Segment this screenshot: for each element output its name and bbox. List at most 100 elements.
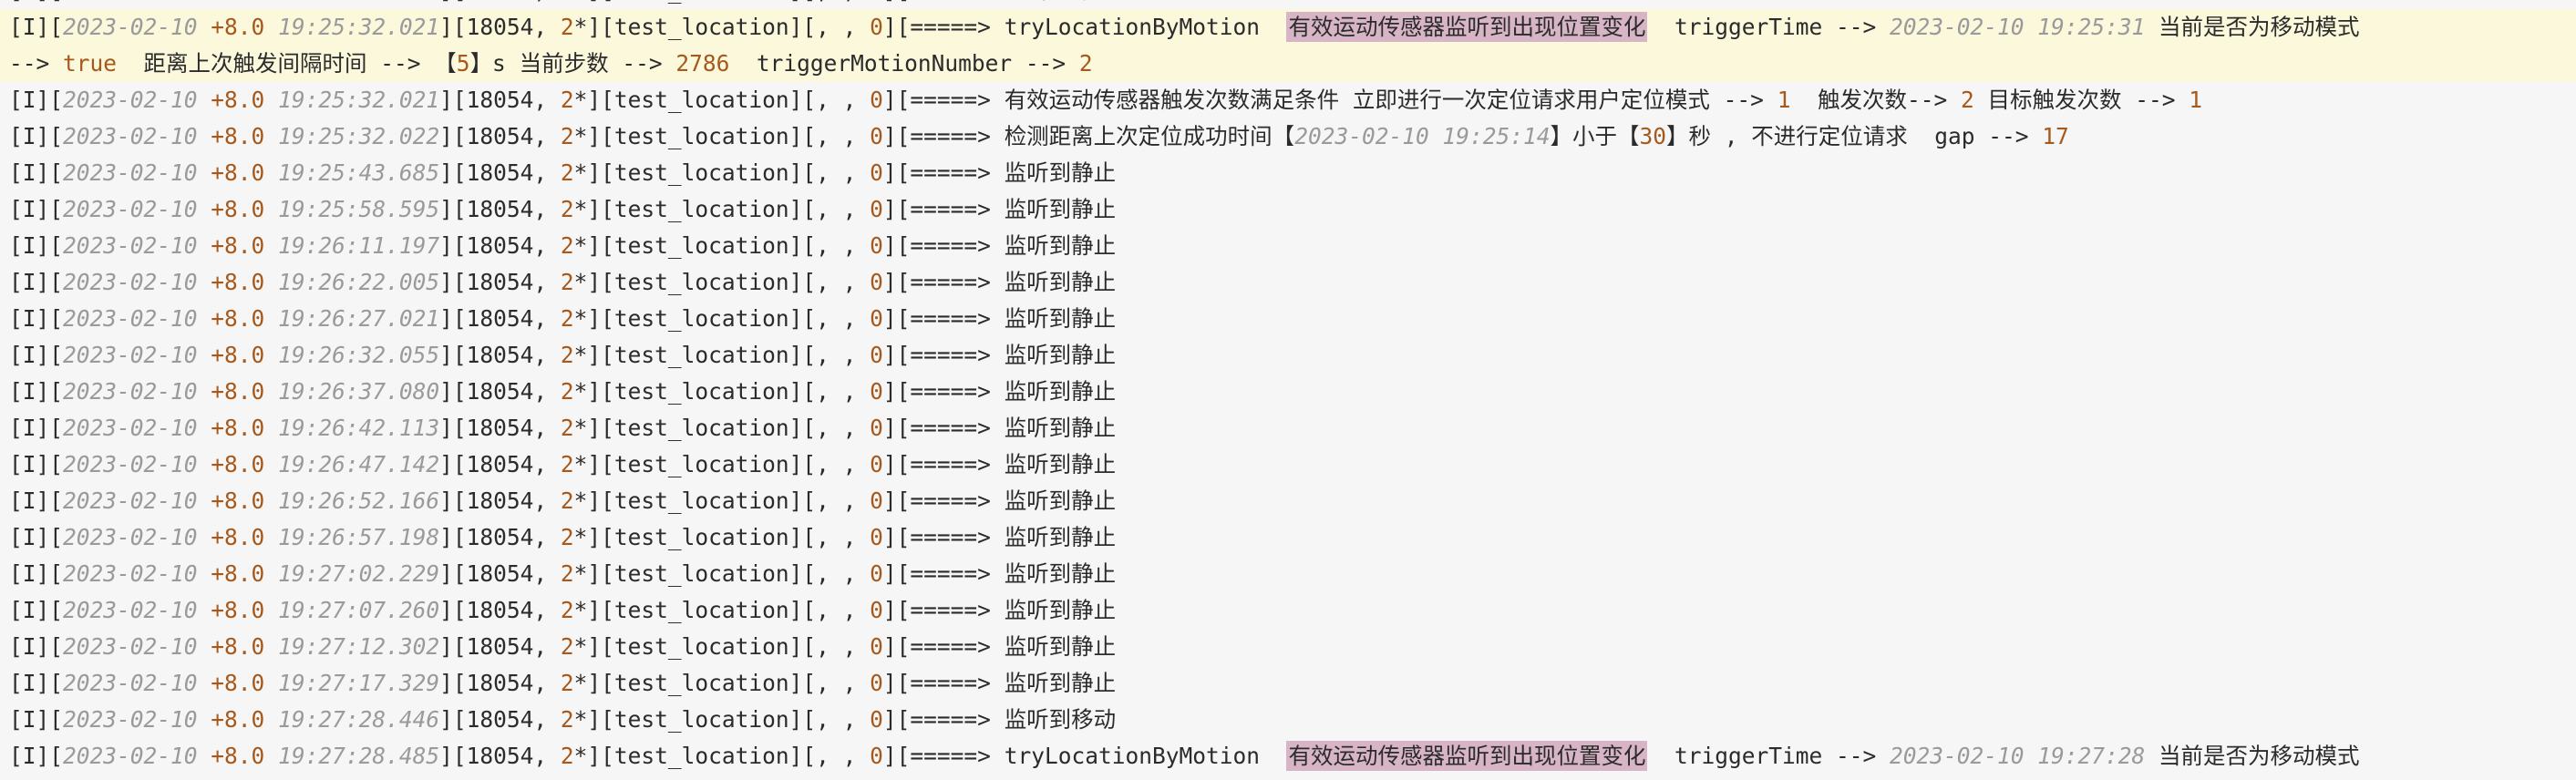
log-arrow: ][=====> <box>882 488 1005 514</box>
log-time: 19:26:52.166 <box>278 488 440 514</box>
log-line-partial: [I][2023-02-10 +8.0 19:25:27.011][18054,… <box>0 0 1116 9</box>
log-tag: *][test_location][, , <box>573 159 871 186</box>
log-message: 监听到静止 <box>1004 488 1117 514</box>
log-message: 检测距离上次定位成功时间【 <box>1004 123 1295 149</box>
log-arrow: ][=====> <box>882 123 1005 149</box>
log-bracket: ][ <box>439 196 467 222</box>
log-text: triggerTime --> <box>1647 14 1890 40</box>
log-tid: 2 <box>560 196 574 222</box>
log-ctxnum: 0 <box>870 560 883 587</box>
log-timezone: +8.0 <box>211 87 265 113</box>
log-tag: *][test_location][, , <box>573 305 871 332</box>
log-space <box>264 342 278 368</box>
log-date: 2023-02-10 <box>63 415 198 441</box>
log-space <box>264 524 278 550</box>
log-date: 2023-02-10 <box>63 14 198 40</box>
log-timezone: +8.0 <box>211 488 265 514</box>
log-time: 19:27:07.260 <box>278 597 440 623</box>
log-tid: 2 <box>560 159 574 186</box>
log-line: [I][2023-02-10 +8.0 19:27:07.260][18054,… <box>0 592 2576 629</box>
log-date: 2023-02-10 <box>63 378 198 405</box>
log-pid: 18054, <box>466 305 561 332</box>
log-ctxnum: 0 <box>870 706 883 733</box>
log-pid: 18054, <box>466 670 561 696</box>
log-message: 监听到静止 <box>1004 196 1117 222</box>
log-ctxnum: 0 <box>870 269 883 295</box>
log-tid: 2 <box>560 524 574 550</box>
log-arrow: ][=====> <box>882 670 1005 696</box>
log-number: 1 <box>2189 87 2203 113</box>
log-ctxnum: 0 <box>870 743 883 769</box>
log-line: [I][2023-02-10 +8.0 19:26:22.005][18054,… <box>0 264 2576 301</box>
log-bracket: ][ <box>439 451 467 477</box>
log-arrow: ][=====> <box>882 415 1005 441</box>
log-pid: 18054, <box>466 560 561 587</box>
log-timezone: +8.0 <box>211 597 265 623</box>
log-date: 2023-02-10 <box>63 488 198 514</box>
log-bracket: ][ <box>439 342 467 368</box>
log-ctxnum: 0 <box>870 87 883 113</box>
log-pid: 18054, <box>466 269 561 295</box>
log-ctxnum: 0 <box>870 597 883 623</box>
log-pid: 18054, <box>466 706 561 733</box>
log-timezone: +8.0 <box>211 123 265 149</box>
log-pid: 18054, <box>466 159 561 186</box>
log-time: 19:25:43.685 <box>278 159 440 186</box>
log-space <box>264 123 278 149</box>
log-timezone: +8.0 <box>211 378 265 405</box>
log-space <box>264 415 278 441</box>
log-tid: 2 <box>560 706 574 733</box>
log-number: 2 <box>1078 50 1093 77</box>
log-message: 监听到静止 <box>1004 269 1117 295</box>
log-pid: 18054, <box>466 14 561 40</box>
log-pid: 18054, <box>466 488 561 514</box>
log-trigger-time: 2023-02-10 19:27:28 <box>1889 743 2146 769</box>
log-time: 19:26:22.005 <box>278 269 440 295</box>
log-message: 监听到静止 <box>1004 232 1117 259</box>
log-tid: 2 <box>560 670 574 696</box>
log-arrow: ][=====> <box>882 451 1005 477</box>
log-level: [I][ <box>9 342 64 368</box>
log-level: [I][ <box>9 597 64 623</box>
log-bracket: ][ <box>439 633 467 660</box>
log-space <box>264 159 278 186</box>
log-tid: 2 <box>560 451 574 477</box>
log-line: [I][2023-02-10 +8.0 19:27:17.329][18054,… <box>0 665 2576 702</box>
log-method: tryLocationByMotion <box>1004 743 1287 769</box>
log-level: [I][ <box>9 196 64 222</box>
log-level: [I][ <box>9 87 64 113</box>
log-message: 监听到静止 <box>1004 524 1117 550</box>
log-date: 2023-02-10 <box>63 451 198 477</box>
log-timezone: +8.0 <box>211 159 265 186</box>
log-timezone: +8.0 <box>211 232 265 259</box>
log-ctxnum: 0 <box>870 14 883 40</box>
log-line: [I][2023-02-10 +8.0 19:27:28.446][18054,… <box>0 702 2576 738</box>
log-space <box>198 743 211 769</box>
log-space <box>264 670 278 696</box>
log-level: [I][ <box>9 123 64 149</box>
log-tid: 2 <box>560 305 574 332</box>
log-time: 19:25:32.021 <box>278 14 440 40</box>
log-level: [I][ <box>9 232 64 259</box>
log-space <box>198 415 211 441</box>
log-tag: *][test_location][, , <box>573 232 871 259</box>
log-space <box>264 378 278 405</box>
log-tid: 2 <box>560 633 574 660</box>
log-pid: 18054, <box>466 415 561 441</box>
log-bracket: ][ <box>439 488 467 514</box>
log-arrow: ][=====> <box>882 706 1005 733</box>
log-tag: *][test_location][, , <box>573 14 871 40</box>
log-tid: 2 <box>560 378 574 405</box>
log-level: [I][ <box>9 633 64 660</box>
log-space <box>264 196 278 222</box>
log-tid: 2 <box>560 269 574 295</box>
log-tag: *][test_location][, , <box>573 123 871 149</box>
log-bracket: ][ <box>439 524 467 550</box>
log-tid: 2 <box>560 415 574 441</box>
log-arrow: ][=====> <box>882 232 1005 259</box>
log-line: [I][2023-02-10 +8.0 19:25:43.685][18054,… <box>0 155 2576 191</box>
log-tag: *][test_location][, , <box>573 342 871 368</box>
log-pid: 18054, <box>466 378 561 405</box>
log-pid: 18054, <box>466 524 561 550</box>
log-tid: 2 <box>560 123 574 149</box>
